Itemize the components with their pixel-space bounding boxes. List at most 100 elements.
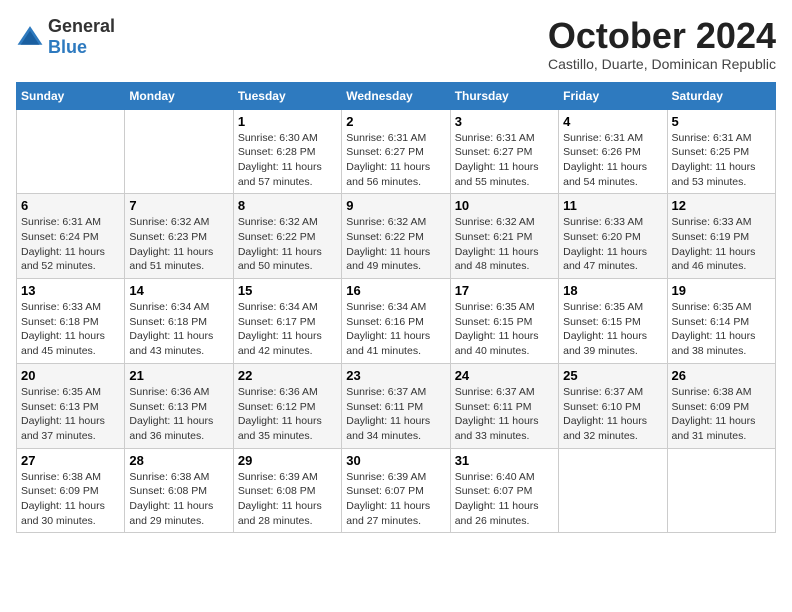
day-info: Sunrise: 6:31 AMSunset: 6:24 PMDaylight:… [21,215,120,274]
day-number: 25 [563,368,662,383]
calendar-cell: 6 Sunrise: 6:31 AMSunset: 6:24 PMDaylight… [17,194,125,279]
day-number: 6 [21,198,120,213]
day-info: Sunrise: 6:39 AMSunset: 6:08 PMDaylight:… [238,470,337,529]
day-info: Sunrise: 6:33 AMSunset: 6:19 PMDaylight:… [672,215,771,274]
calendar-cell [559,448,667,533]
day-number: 1 [238,114,337,129]
day-info: Sunrise: 6:38 AMSunset: 6:08 PMDaylight:… [129,470,228,529]
calendar-cell: 7 Sunrise: 6:32 AMSunset: 6:23 PMDaylight… [125,194,233,279]
day-info: Sunrise: 6:37 AMSunset: 6:11 PMDaylight:… [346,385,445,444]
day-number: 14 [129,283,228,298]
day-info: Sunrise: 6:35 AMSunset: 6:14 PMDaylight:… [672,300,771,359]
weekday-header-friday: Friday [559,82,667,109]
logo-blue: Blue [48,37,87,57]
calendar-cell: 28Sunrise: 6:38 AMSunset: 6:08 PMDayligh… [125,448,233,533]
day-number: 17 [455,283,554,298]
calendar-cell: 16 Sunrise: 6:34 AMSunset: 6:16 PMDayligh… [342,279,450,364]
day-info: Sunrise: 6:31 AMSunset: 6:27 PMDaylight:… [346,131,445,190]
day-info: Sunrise: 6:33 AMSunset: 6:20 PMDaylight:… [563,215,662,274]
week-row-4: 20Sunrise: 6:35 AMSunset: 6:13 PMDayligh… [17,363,776,448]
day-info: Sunrise: 6:37 AMSunset: 6:10 PMDaylight:… [563,385,662,444]
day-number: 2 [346,114,445,129]
day-number: 22 [238,368,337,383]
day-number: 18 [563,283,662,298]
calendar-cell: 22 Sunrise: 6:36 AMSunset: 6:12 PMDayligh… [233,363,341,448]
calendar-cell: 5 Sunrise: 6:31 AMSunset: 6:25 PMDaylight… [667,109,775,194]
day-number: 11 [563,198,662,213]
day-info: Sunrise: 6:39 AMSunset: 6:07 PMDaylight:… [346,470,445,529]
day-number: 30 [346,453,445,468]
weekday-header-saturday: Saturday [667,82,775,109]
day-number: 21 [129,368,228,383]
page-header: General Blue October 2024 Castillo, Duar… [16,16,776,72]
day-number: 19 [672,283,771,298]
day-info: Sunrise: 6:32 AMSunset: 6:22 PMDaylight:… [346,215,445,274]
day-number: 23 [346,368,445,383]
day-info: Sunrise: 6:32 AMSunset: 6:22 PMDaylight:… [238,215,337,274]
day-info: Sunrise: 6:31 AMSunset: 6:26 PMDaylight:… [563,131,662,190]
title-block: October 2024 Castillo, Duarte, Dominican… [548,16,776,72]
day-info: Sunrise: 6:40 AMSunset: 6:07 PMDaylight:… [455,470,554,529]
calendar-cell [17,109,125,194]
week-row-5: 27Sunrise: 6:38 AMSunset: 6:09 PMDayligh… [17,448,776,533]
calendar-table: SundayMondayTuesdayWednesdayThursdayFrid… [16,82,776,534]
day-number: 20 [21,368,120,383]
day-number: 4 [563,114,662,129]
day-number: 29 [238,453,337,468]
calendar-cell: 9 Sunrise: 6:32 AMSunset: 6:22 PMDaylight… [342,194,450,279]
day-number: 13 [21,283,120,298]
calendar-cell: 27Sunrise: 6:38 AMSunset: 6:09 PMDayligh… [17,448,125,533]
week-row-3: 13 Sunrise: 6:33 AMSunset: 6:18 PMDayligh… [17,279,776,364]
day-number: 5 [672,114,771,129]
day-info: Sunrise: 6:33 AMSunset: 6:18 PMDaylight:… [21,300,120,359]
weekday-header-monday: Monday [125,82,233,109]
calendar-cell: 8 Sunrise: 6:32 AMSunset: 6:22 PMDaylight… [233,194,341,279]
calendar-cell: 31 Sunrise: 6:40 AMSunset: 6:07 PMDayligh… [450,448,558,533]
calendar-cell: 26 Sunrise: 6:38 AMSunset: 6:09 PMDayligh… [667,363,775,448]
calendar-cell: 4 Sunrise: 6:31 AMSunset: 6:26 PMDaylight… [559,109,667,194]
day-info: Sunrise: 6:30 AMSunset: 6:28 PMDaylight:… [238,131,337,190]
calendar-cell: 11 Sunrise: 6:33 AMSunset: 6:20 PMDayligh… [559,194,667,279]
calendar-cell [667,448,775,533]
calendar-cell: 15Sunrise: 6:34 AMSunset: 6:17 PMDayligh… [233,279,341,364]
calendar-cell: 2 Sunrise: 6:31 AMSunset: 6:27 PMDaylight… [342,109,450,194]
day-info: Sunrise: 6:37 AMSunset: 6:11 PMDaylight:… [455,385,554,444]
day-number: 16 [346,283,445,298]
day-number: 9 [346,198,445,213]
day-info: Sunrise: 6:36 AMSunset: 6:12 PMDaylight:… [238,385,337,444]
calendar-cell: 14 Sunrise: 6:34 AMSunset: 6:18 PMDayligh… [125,279,233,364]
calendar-cell: 23 Sunrise: 6:37 AMSunset: 6:11 PMDayligh… [342,363,450,448]
day-number: 24 [455,368,554,383]
calendar-cell: 21Sunrise: 6:36 AMSunset: 6:13 PMDayligh… [125,363,233,448]
day-info: Sunrise: 6:34 AMSunset: 6:16 PMDaylight:… [346,300,445,359]
day-number: 26 [672,368,771,383]
day-number: 15 [238,283,337,298]
calendar-cell: 18 Sunrise: 6:35 AMSunset: 6:15 PMDayligh… [559,279,667,364]
calendar-cell: 17Sunrise: 6:35 AMSunset: 6:15 PMDayligh… [450,279,558,364]
logo: General Blue [16,16,115,58]
weekday-header-tuesday: Tuesday [233,82,341,109]
week-row-2: 6 Sunrise: 6:31 AMSunset: 6:24 PMDaylight… [17,194,776,279]
day-number: 8 [238,198,337,213]
day-number: 31 [455,453,554,468]
calendar-location: Castillo, Duarte, Dominican Republic [548,56,776,72]
day-info: Sunrise: 6:31 AMSunset: 6:27 PMDaylight:… [455,131,554,190]
day-info: Sunrise: 6:31 AMSunset: 6:25 PMDaylight:… [672,131,771,190]
week-row-1: 1 Sunrise: 6:30 AMSunset: 6:28 PMDaylight… [17,109,776,194]
day-number: 7 [129,198,228,213]
calendar-cell: 13 Sunrise: 6:33 AMSunset: 6:18 PMDayligh… [17,279,125,364]
weekday-header-row: SundayMondayTuesdayWednesdayThursdayFrid… [17,82,776,109]
day-info: Sunrise: 6:38 AMSunset: 6:09 PMDaylight:… [672,385,771,444]
calendar-cell [125,109,233,194]
logo-icon [16,23,44,51]
calendar-cell: 24 Sunrise: 6:37 AMSunset: 6:11 PMDayligh… [450,363,558,448]
weekday-header-wednesday: Wednesday [342,82,450,109]
calendar-cell: 20Sunrise: 6:35 AMSunset: 6:13 PMDayligh… [17,363,125,448]
calendar-cell: 29 Sunrise: 6:39 AMSunset: 6:08 PMDayligh… [233,448,341,533]
calendar-cell: 19 Sunrise: 6:35 AMSunset: 6:14 PMDayligh… [667,279,775,364]
day-info: Sunrise: 6:32 AMSunset: 6:23 PMDaylight:… [129,215,228,274]
day-number: 3 [455,114,554,129]
day-info: Sunrise: 6:35 AMSunset: 6:15 PMDaylight:… [563,300,662,359]
calendar-cell: 1 Sunrise: 6:30 AMSunset: 6:28 PMDaylight… [233,109,341,194]
day-info: Sunrise: 6:34 AMSunset: 6:18 PMDaylight:… [129,300,228,359]
